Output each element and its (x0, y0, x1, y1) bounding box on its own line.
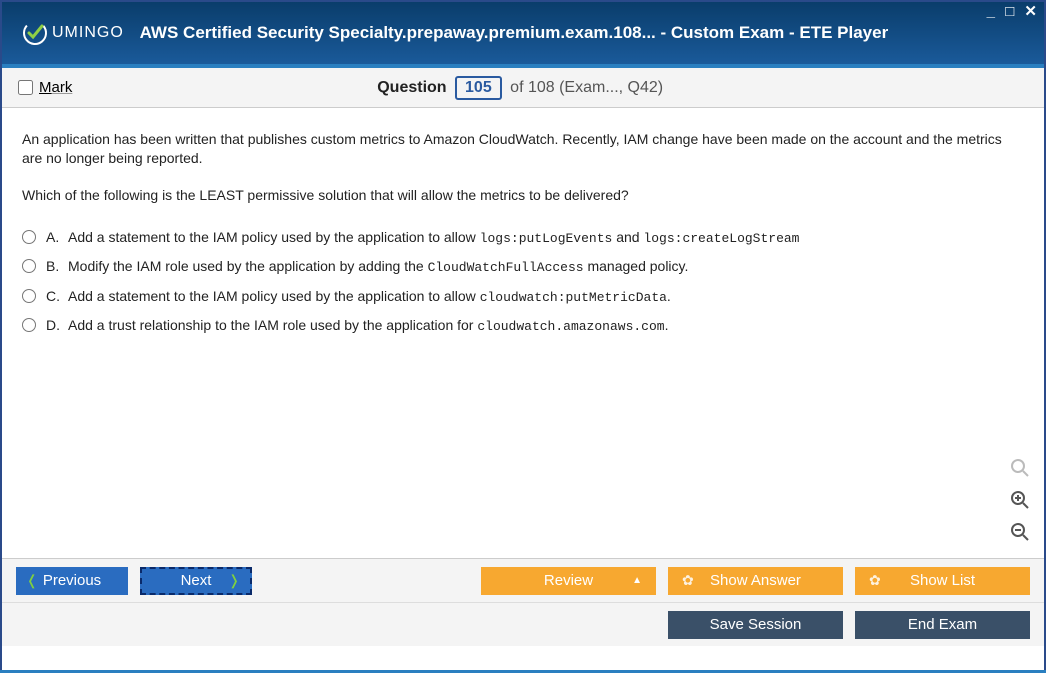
answer-radio[interactable] (22, 289, 36, 303)
nav-footer: ❬ Previous Next ❭ Review ▲ ✿ Show Answer… (2, 558, 1044, 602)
close-icon[interactable]: ✕ (1024, 3, 1040, 20)
answers-list: A.Add a statement to the IAM policy used… (22, 223, 1024, 341)
mark-checkbox-wrap[interactable]: Mark (18, 79, 72, 96)
zoom-in-icon[interactable] (1008, 488, 1032, 512)
answer-text: Add a statement to the IAM policy used b… (68, 286, 671, 308)
previous-button[interactable]: ❬ Previous (16, 567, 128, 595)
answer-letter: C. (46, 286, 68, 307)
next-button[interactable]: Next ❭ (140, 567, 252, 595)
answer-option-B[interactable]: B.Modify the IAM role used by the applic… (22, 252, 1024, 282)
answer-option-D[interactable]: D.Add a trust relationship to the IAM ro… (22, 311, 1024, 341)
window-controls: _ □ ✕ (987, 2, 1040, 20)
checkmark-logo-icon (22, 20, 48, 46)
minimize-icon[interactable]: _ (987, 3, 998, 20)
end-exam-button[interactable]: End Exam (855, 611, 1030, 639)
question-header: Mark Question 105 of 108 (Exam..., Q42) (2, 68, 1044, 108)
session-footer: Save Session End Exam (2, 602, 1044, 646)
logo-text: UMINGO (52, 24, 124, 42)
answer-option-A[interactable]: A.Add a statement to the IAM policy used… (22, 223, 1024, 253)
zoom-tools (1008, 456, 1032, 544)
bookmark-icon: ✿ (682, 572, 694, 589)
show-list-label: Show List (910, 572, 975, 589)
show-list-button[interactable]: ✿ Show List (855, 567, 1030, 595)
answer-option-C[interactable]: C.Add a statement to the IAM policy used… (22, 282, 1024, 312)
maximize-icon[interactable]: □ (1005, 3, 1017, 20)
answer-letter: B. (46, 256, 68, 277)
question-paragraph-1: An application has been written that pub… (22, 130, 1024, 168)
chevron-up-icon: ▲ (632, 575, 642, 586)
window-title: AWS Certified Security Specialty.prepawa… (124, 23, 904, 43)
question-total: of 108 (Exam..., Q42) (510, 79, 663, 96)
review-button[interactable]: Review ▲ (481, 567, 656, 595)
app-logo: UMINGO (22, 20, 124, 46)
question-label: Question (377, 79, 446, 96)
answer-letter: D. (46, 315, 68, 336)
question-counter: Question 105 of 108 (Exam..., Q42) (72, 76, 968, 100)
previous-label: Previous (43, 572, 101, 589)
answer-radio[interactable] (22, 259, 36, 273)
title-bar: UMINGO AWS Certified Security Specialty.… (2, 2, 1044, 68)
save-session-button[interactable]: Save Session (668, 611, 843, 639)
list-icon: ✿ (869, 572, 881, 589)
question-content: An application has been written that pub… (2, 108, 1044, 558)
zoom-out-icon[interactable] (1008, 520, 1032, 544)
mark-label[interactable]: Mark (39, 79, 72, 96)
chevron-right-icon: ❭ (228, 572, 240, 589)
next-label: Next (181, 572, 212, 589)
show-answer-button[interactable]: ✿ Show Answer (668, 567, 843, 595)
answer-radio[interactable] (22, 230, 36, 244)
chevron-left-icon: ❬ (26, 572, 38, 589)
show-answer-label: Show Answer (710, 572, 801, 589)
mark-checkbox[interactable] (18, 80, 33, 95)
search-icon[interactable] (1008, 456, 1032, 480)
answer-radio[interactable] (22, 318, 36, 332)
answer-text: Add a statement to the IAM policy used b… (68, 227, 799, 249)
review-label: Review (544, 572, 593, 589)
answer-text: Add a trust relationship to the IAM role… (68, 315, 668, 337)
answer-letter: A. (46, 227, 68, 248)
current-question-number: 105 (455, 76, 502, 100)
answer-text: Modify the IAM role used by the applicat… (68, 256, 688, 278)
question-paragraph-2: Which of the following is the LEAST perm… (22, 186, 1024, 205)
